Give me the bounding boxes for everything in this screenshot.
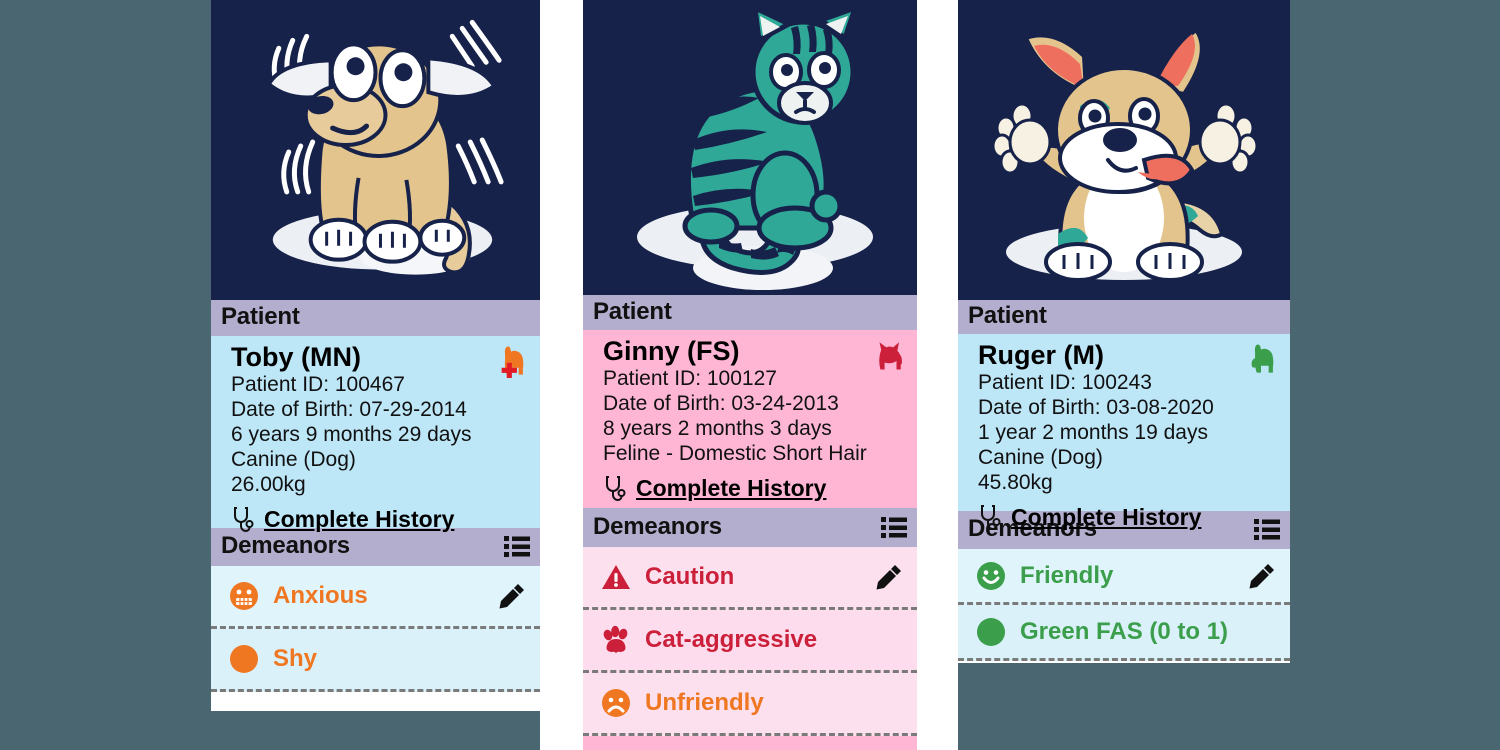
demeanor-label: Anxious — [273, 582, 368, 609]
demeanor-list-overflow — [583, 736, 917, 750]
patient-details-ruger: Ruger (M) Patient ID: 100243 Date of Bir… — [958, 334, 1290, 531]
teal-tabby-cat-illustration — [583, 0, 917, 295]
pencil-icon[interactable] — [1248, 562, 1276, 590]
demeanor-row[interactable]: Friendly — [958, 549, 1290, 605]
patient-age-line: 8 years 2 months 3 days — [603, 417, 832, 441]
dog-cross-icon — [494, 344, 528, 378]
patient-dob-line: Date of Birth: 07-29-2014 — [231, 398, 467, 422]
patient-age-line: 6 years 9 months 29 days — [231, 423, 472, 447]
patient-details-toby: Toby (MN) Patient ID: 100467 Date of Bir… — [211, 336, 540, 533]
complete-history-row[interactable]: Complete History — [978, 503, 1276, 532]
demeanors-section-title: Demeanors — [221, 532, 350, 559]
gutter-right — [917, 0, 958, 750]
filled-circle-icon — [229, 644, 259, 674]
patient-dob-line: Date of Birth: 03-08-2020 — [978, 396, 1214, 420]
patient-section-header-ruger: Patient — [958, 300, 1290, 334]
stethoscope-icon — [603, 474, 627, 503]
patient-card-ginny[interactable]: Patient Ginny (FS) Patient ID: 100127 Da… — [583, 0, 917, 750]
demeanor-label: Shy — [273, 645, 318, 672]
patient-section-title: Patient — [221, 303, 300, 330]
complete-history-link[interactable]: Complete History — [264, 506, 454, 533]
patient-age-line: 1 year 2 months 19 days — [978, 421, 1208, 445]
cat-icon — [871, 338, 905, 372]
demeanor-row[interactable]: Caution — [583, 547, 917, 610]
demeanors-section-header-ginny: Demeanors — [583, 508, 917, 547]
paw-print-icon — [601, 625, 631, 655]
patient-name: Toby (MN) — [231, 342, 361, 372]
warning-triangle-icon — [601, 562, 631, 592]
patient-id-line: Patient ID: 100127 — [603, 367, 777, 391]
demeanor-label: Unfriendly — [645, 689, 764, 716]
filled-circle-icon — [976, 617, 1006, 647]
pencil-icon[interactable] — [498, 582, 526, 610]
patient-species-line: Feline - Domestic Short Hair — [603, 442, 867, 466]
complete-history-row[interactable]: Complete History — [603, 474, 903, 503]
patient-photo-toby — [211, 0, 540, 300]
patient-card-ruger[interactable]: Patient Ruger (M) Patient ID: 100243 Dat… — [958, 0, 1290, 663]
patient-dob-line: Date of Birth: 03-24-2013 — [603, 392, 839, 416]
grimacing-face-icon — [229, 581, 259, 611]
patient-section-header-ginny: Patient — [583, 295, 917, 330]
patient-id-line: Patient ID: 100243 — [978, 371, 1152, 395]
stethoscope-icon — [231, 505, 255, 534]
patient-name: Ruger (M) — [978, 340, 1104, 370]
patient-photo-ginny — [583, 0, 917, 295]
happy-dog-illustration — [958, 0, 1290, 300]
frowning-face-icon — [601, 688, 631, 718]
demeanor-row[interactable]: Unfriendly — [583, 673, 917, 736]
patient-details-ginny: Ginny (FS) Patient ID: 100127 Date of Bi… — [583, 330, 917, 508]
list-icon[interactable] — [881, 516, 907, 538]
demeanor-label: Green FAS (0 to 1) — [1020, 617, 1229, 645]
complete-history-row[interactable]: Complete History — [231, 505, 526, 534]
patient-species-line: Canine (Dog) — [978, 446, 1103, 470]
pencil-icon[interactable] — [875, 563, 903, 591]
complete-history-link[interactable]: Complete History — [636, 475, 826, 502]
demeanor-label: Caution — [645, 563, 735, 590]
demeanor-label: Cat-aggressive — [645, 626, 818, 653]
patient-name: Ginny (FS) — [603, 336, 740, 366]
demeanor-row[interactable]: Cat-aggressive — [583, 610, 917, 673]
gutter-left — [540, 0, 583, 750]
patient-card-board: Patient Toby (MN) Patient ID: 100467 Dat… — [0, 0, 1500, 750]
smiling-face-icon — [976, 561, 1006, 591]
patient-weight-line: 45.80kg — [978, 471, 1053, 495]
demeanor-row[interactable]: Green FAS (0 to 1) — [958, 605, 1290, 661]
complete-history-link[interactable]: Complete History — [1011, 504, 1201, 531]
demeanor-row[interactable]: Shy — [211, 629, 540, 692]
patient-section-header-toby: Patient — [211, 300, 540, 336]
patient-card-toby[interactable]: Patient Toby (MN) Patient ID: 100467 Dat… — [211, 0, 540, 711]
stethoscope-icon — [978, 503, 1002, 532]
demeanor-label: Friendly — [1020, 561, 1114, 589]
patient-photo-ruger — [958, 0, 1290, 300]
demeanor-row[interactable]: Anxious — [211, 566, 540, 629]
list-icon[interactable] — [504, 535, 530, 557]
patient-section-title: Patient — [968, 302, 1047, 329]
demeanors-section-title: Demeanors — [593, 512, 722, 540]
patient-section-title: Patient — [593, 297, 672, 325]
anxious-dog-illustration — [211, 0, 540, 300]
patient-weight-line: 26.00kg — [231, 473, 306, 497]
patient-id-line: Patient ID: 100467 — [231, 373, 405, 397]
patient-species-line: Canine (Dog) — [231, 448, 356, 472]
dog-icon — [1244, 342, 1278, 376]
